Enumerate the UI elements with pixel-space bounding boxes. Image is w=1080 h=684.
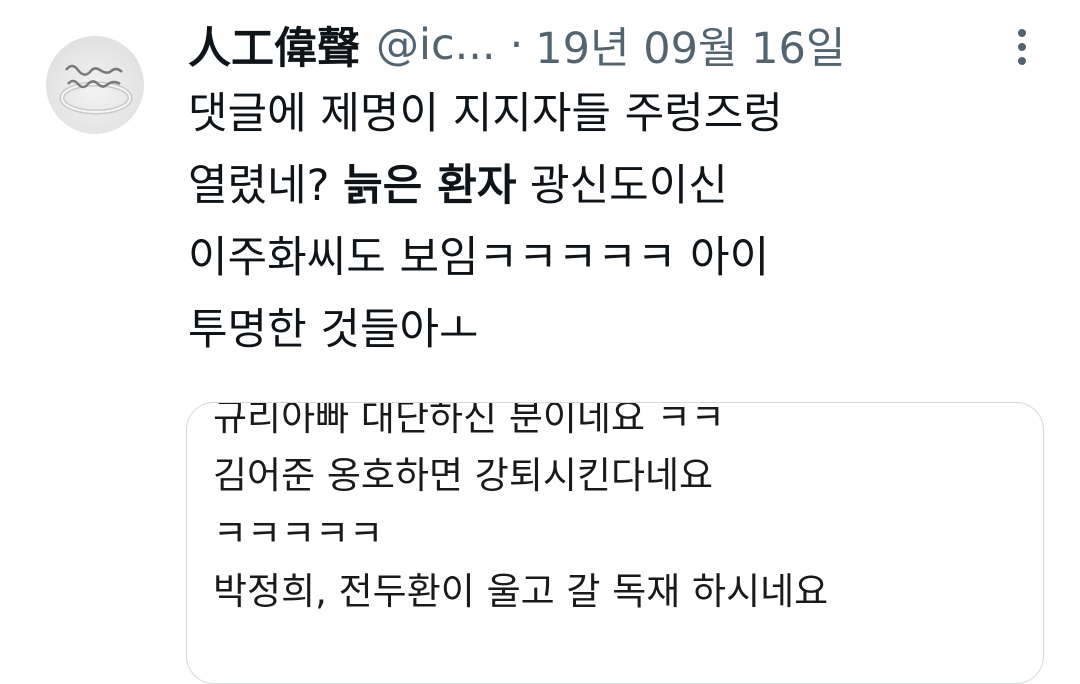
tweet-text-segment: 열렸네? xyxy=(188,161,344,211)
ring-photo-icon xyxy=(59,64,133,115)
user-handle[interactable]: @ic... xyxy=(376,20,496,70)
quote-line: 규리아빠 대단하신 분이네요 ㅋㅋ xyxy=(213,402,725,439)
tweet-text-segment: 광신도이신 xyxy=(516,161,728,211)
quoted-image-text: 규리아빠 대단하신 분이네요 ㅋㅋ 김어준 옹호하면 강퇴시킨다네요 ㅋㅋㅋㅋㅋ… xyxy=(213,402,829,621)
tweet-header: 人工偉聲 @ic... · 19년 09월 16일 xyxy=(188,14,845,76)
tweet-text-segment: 댓글에 제명이 지지자들 주렁즈렁 xyxy=(188,89,783,139)
tweet-line: 투명한 것들아ㅗ xyxy=(188,294,1048,366)
tweet-line: 댓글에 제명이 지지자들 주렁즈렁 xyxy=(188,78,1048,150)
tweet-line: 열렸네? 늙은 환자 광신도이신 xyxy=(188,150,1048,222)
quote-line: ㅋㅋㅋㅋㅋ xyxy=(213,512,384,555)
tweet-date[interactable]: 19년 09월 16일 xyxy=(535,14,845,76)
tweet-text-segment: 투명한 것들아ㅗ xyxy=(188,305,479,355)
tweet-line: 이주화씨도 보임ㅋㅋㅋㅋㅋ 아이 xyxy=(188,222,1048,294)
more-vertical-icon xyxy=(1018,29,1026,65)
display-name[interactable]: 人工偉聲 xyxy=(188,14,360,76)
avatar[interactable] xyxy=(46,36,144,134)
tweet-text-segment: 이주화씨도 보임ㅋㅋㅋㅋㅋ 아이 xyxy=(188,233,770,283)
separator-dot: · xyxy=(509,20,524,70)
quote-line: 김어준 옹호하면 강퇴시킨다네요 xyxy=(213,454,714,497)
tweet-text: 댓글에 제명이 지지자들 주렁즈렁 열렸네? 늙은 환자 광신도이신 이주화씨도… xyxy=(188,78,1048,366)
quote-line: 박정희, 전두환이 울고 갈 독재 하시네요 xyxy=(213,570,829,613)
more-options-button[interactable] xyxy=(1012,28,1032,66)
tweet-text-bold-segment: 늙은 환자 xyxy=(343,161,517,211)
